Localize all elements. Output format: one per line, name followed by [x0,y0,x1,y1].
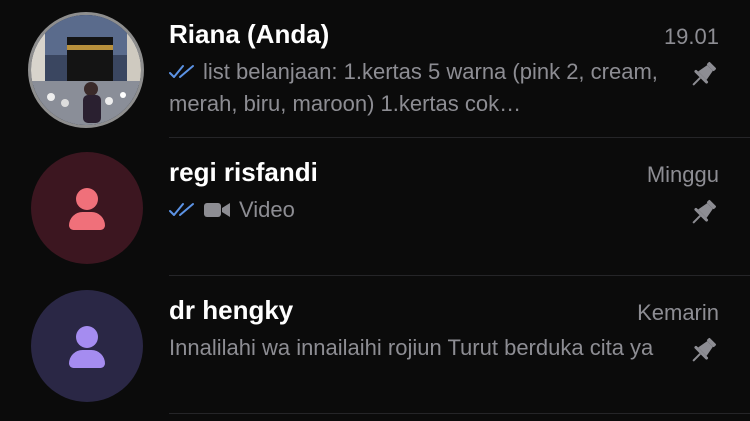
person-icon [31,152,143,264]
pin-icon [686,58,720,92]
person-icon [31,290,143,402]
video-camera-icon [204,203,230,217]
double-check-icon [169,203,194,216]
timestamp: 19.01 [663,24,719,49]
chat-row-hengky[interactable]: dr hengky Kemarin Innalilahi wa innailai… [0,276,750,414]
avatar[interactable] [28,12,144,128]
chat-row-riana[interactable]: Riana (Anda) 19.01 list belanjaan: 1.ker… [0,0,750,138]
contact-name: regi risfandi [169,157,318,187]
double-check-icon [169,65,194,78]
row-divider [169,413,750,414]
chat-list: Riana (Anda) 19.01 list belanjaan: 1.ker… [0,0,750,421]
message-preview: list belanjaan: 1.kertas 5 warna (pink 2… [169,56,659,120]
pin-icon [686,334,720,368]
timestamp: Kemarin [637,300,719,325]
message-preview: Video [169,194,659,226]
preview-text: list belanjaan: 1.kertas 5 warna (pink 2… [169,59,658,116]
profile-photo [31,15,141,125]
chat-row-regi[interactable]: regi risfandi Minggu Video [0,138,750,276]
contact-name: Riana (Anda) [169,19,330,49]
avatar[interactable] [31,290,143,402]
preview-text: Innalilahi wa innailaihi rojiun Turut be… [169,335,654,360]
pin-icon [686,196,720,230]
avatar[interactable] [31,152,143,264]
message-preview: Innalilahi wa innailaihi rojiun Turut be… [169,332,659,364]
contact-name: dr hengky [169,295,294,325]
preview-text: Video [239,197,295,222]
timestamp: Minggu [646,162,719,187]
